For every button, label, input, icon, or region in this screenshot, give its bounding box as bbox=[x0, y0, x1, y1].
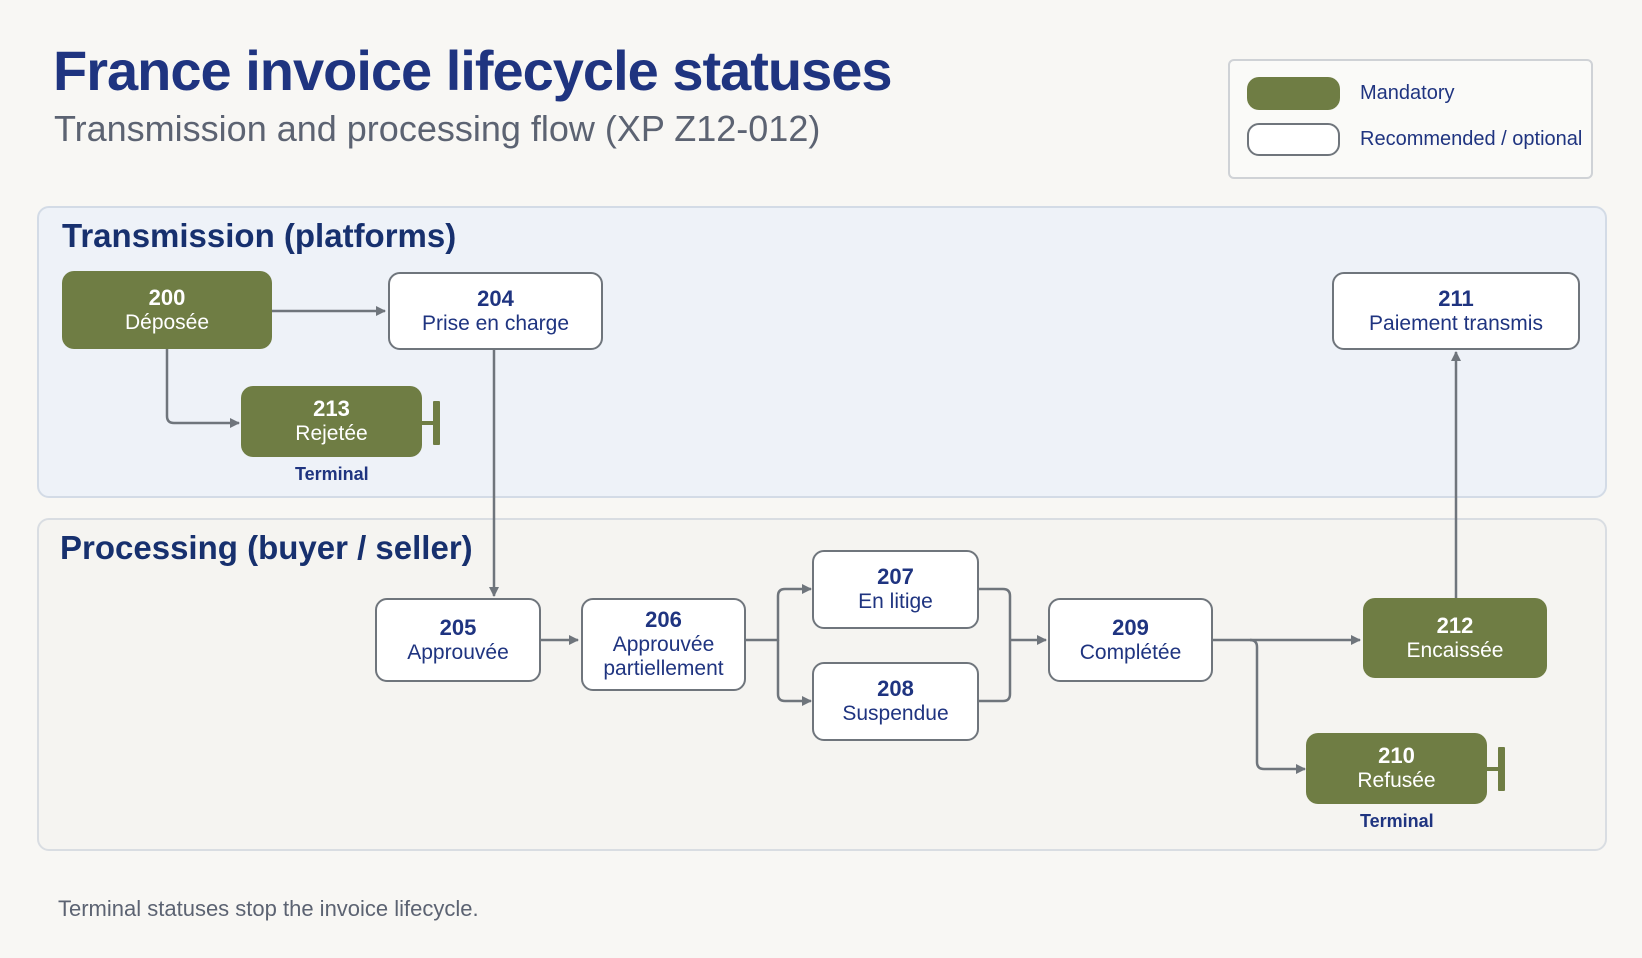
terminal-label-210: Terminal bbox=[1360, 811, 1434, 831]
status-label: Prise en charge bbox=[421, 311, 570, 335]
status-code: 206 bbox=[645, 607, 682, 633]
status-node-213[interactable]: 213 Rejetée bbox=[241, 386, 422, 457]
status-code: 200 bbox=[148, 284, 186, 310]
status-node-209[interactable]: 209 Complétée bbox=[1048, 598, 1213, 682]
connector-200-213 bbox=[165, 349, 240, 428]
status-label: Complétée bbox=[1079, 640, 1182, 664]
status-code: 210 bbox=[1378, 743, 1415, 769]
status-node-206[interactable]: 206 Approuvée partiellement bbox=[581, 598, 746, 691]
status-label: Approuvée bbox=[407, 640, 509, 664]
status-node-205[interactable]: 205 Approuvée bbox=[375, 598, 541, 682]
status-node-211[interactable]: 211 Paiement transmis bbox=[1332, 272, 1580, 350]
status-label: Encaissée bbox=[1406, 638, 1504, 662]
status-node-208[interactable]: 208 Suspendue bbox=[812, 662, 979, 741]
status-code: 205 bbox=[439, 614, 477, 640]
status-node-210[interactable]: 210 Refusée bbox=[1306, 733, 1487, 804]
status-label: En litige bbox=[858, 590, 933, 614]
status-label: Approuvée partiellement bbox=[603, 632, 724, 681]
status-label: Refusée bbox=[1357, 769, 1436, 793]
connector-207-209 bbox=[979, 587, 1012, 703]
status-label: Rejetée bbox=[295, 422, 368, 446]
terminal-bar-icon bbox=[1498, 747, 1505, 791]
connector-209-210 bbox=[1249, 638, 1306, 774]
status-node-204[interactable]: 204 Prise en charge bbox=[388, 272, 603, 350]
status-code: 209 bbox=[1112, 614, 1149, 640]
connector-206-208 bbox=[776, 640, 812, 706]
status-code: 204 bbox=[477, 285, 514, 311]
status-code: 213 bbox=[313, 396, 350, 422]
connector-206-207 bbox=[746, 584, 812, 642]
status-node-200[interactable]: 200 Déposée bbox=[62, 271, 272, 349]
status-label: Déposée bbox=[124, 310, 210, 334]
status-code: 211 bbox=[1438, 285, 1474, 311]
status-code: 208 bbox=[877, 676, 914, 702]
status-code: 212 bbox=[1436, 612, 1474, 638]
status-node-212[interactable]: 212 Encaissée bbox=[1363, 598, 1547, 678]
status-label: Paiement transmis bbox=[1369, 311, 1543, 335]
status-node-207[interactable]: 207 En litige bbox=[812, 550, 979, 629]
status-code: 207 bbox=[877, 564, 914, 590]
terminal-label-213: Terminal bbox=[295, 464, 369, 484]
status-label: Suspendue bbox=[842, 702, 949, 726]
footnote: Terminal statuses stop the invoice lifec… bbox=[58, 896, 479, 921]
terminal-bar-icon bbox=[433, 401, 440, 445]
